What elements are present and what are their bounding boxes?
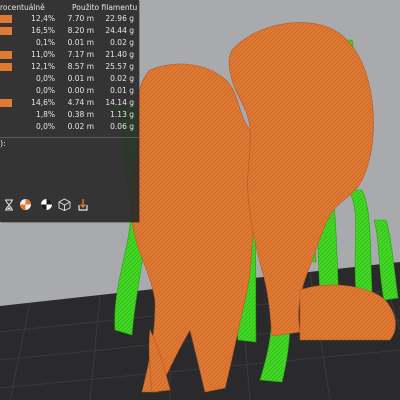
legend-header: rocentuálně Použito filamentu: [0, 2, 139, 12]
legend-row: 0,0% 0.01 m 0.02 g: [0, 74, 139, 85]
header-filament-used: Použito filamentu: [72, 3, 138, 12]
settings-icon: [41, 199, 52, 210]
row-length: 0.01 m: [67, 38, 94, 47]
row-length: 8.57 m: [67, 62, 94, 71]
row-percent: 0,0%: [35, 74, 55, 83]
legend-row: 12,1% 8.57 m 25.57 g: [0, 62, 139, 73]
row-weight: 0.02 g: [110, 38, 134, 47]
export-button[interactable]: [74, 196, 91, 213]
color-swatch: [0, 99, 12, 107]
export-icon: [77, 199, 88, 211]
row-percent: 1,8%: [35, 110, 55, 119]
settings-button[interactable]: [38, 196, 55, 213]
row-length: 8.20 m: [67, 26, 94, 35]
cube-view-icon: [58, 198, 71, 211]
legend-row: 11,0% 7.17 m 21.40 g: [0, 50, 139, 61]
color-swatch: [0, 27, 12, 35]
row-weight: 22.96 g: [105, 14, 134, 23]
color-print-button[interactable]: [17, 196, 34, 213]
row-length: 0.01 m: [67, 74, 94, 83]
row-percent: 0,1%: [35, 38, 55, 47]
panel-label: ):: [0, 139, 6, 148]
legend-row: 0,0% 0.02 m 0.06 g: [0, 122, 139, 133]
row-percent: 14,6%: [31, 98, 55, 107]
color-swatch: [0, 15, 12, 23]
row-length: 7.17 m: [67, 50, 94, 59]
row-weight: 21.40 g: [105, 50, 134, 59]
row-weight: 14.14 g: [105, 98, 134, 107]
legend-row: 0,0% 0.00 m 0.01 g: [0, 86, 139, 97]
row-weight: 0.01 g: [110, 86, 134, 95]
hourglass-icon: [4, 199, 13, 210]
legend-row: 1,8% 0.38 m 1.13 g: [0, 110, 139, 121]
legend-row: 16,5% 8.20 m 24.44 g: [0, 26, 139, 37]
row-percent: 11,0%: [31, 50, 55, 59]
row-length: 4.74 m: [67, 98, 94, 107]
legend-row: 0,1% 0.01 m 0.02 g: [0, 38, 139, 49]
row-weight: 24.44 g: [105, 26, 134, 35]
color-swatch: [0, 63, 12, 71]
legend-panel: rocentuálně Použito filamentu 12,4% 7.70…: [0, 0, 139, 222]
panel-divider: [0, 137, 139, 138]
row-length: 0.38 m: [67, 110, 94, 119]
row-percent: 0,0%: [35, 122, 55, 131]
row-length: 0.02 m: [67, 122, 94, 131]
legend-row: 14,6% 4.74 m 14.14 g: [0, 98, 139, 109]
row-percent: 12,4%: [31, 14, 55, 23]
row-weight: 0.02 g: [110, 74, 134, 83]
row-length: 7.70 m: [67, 14, 94, 23]
row-weight: 0.06 g: [110, 122, 134, 131]
row-weight: 25.57 g: [105, 62, 134, 71]
color-print-icon: [20, 199, 31, 210]
view-toolbar: [0, 196, 139, 216]
row-percent: 16,5%: [31, 26, 55, 35]
cube-view-button[interactable]: [56, 196, 73, 213]
row-percent: 0,0%: [35, 86, 55, 95]
row-length: 0.00 m: [67, 86, 94, 95]
row-percent: 12,1%: [31, 62, 55, 71]
color-swatch: [0, 51, 12, 59]
hourglass-button[interactable]: [0, 196, 17, 213]
legend-row: 12,4% 7.70 m 22.96 g: [0, 14, 139, 25]
row-weight: 1.13 g: [110, 110, 134, 119]
header-percent: rocentuálně: [0, 3, 45, 12]
